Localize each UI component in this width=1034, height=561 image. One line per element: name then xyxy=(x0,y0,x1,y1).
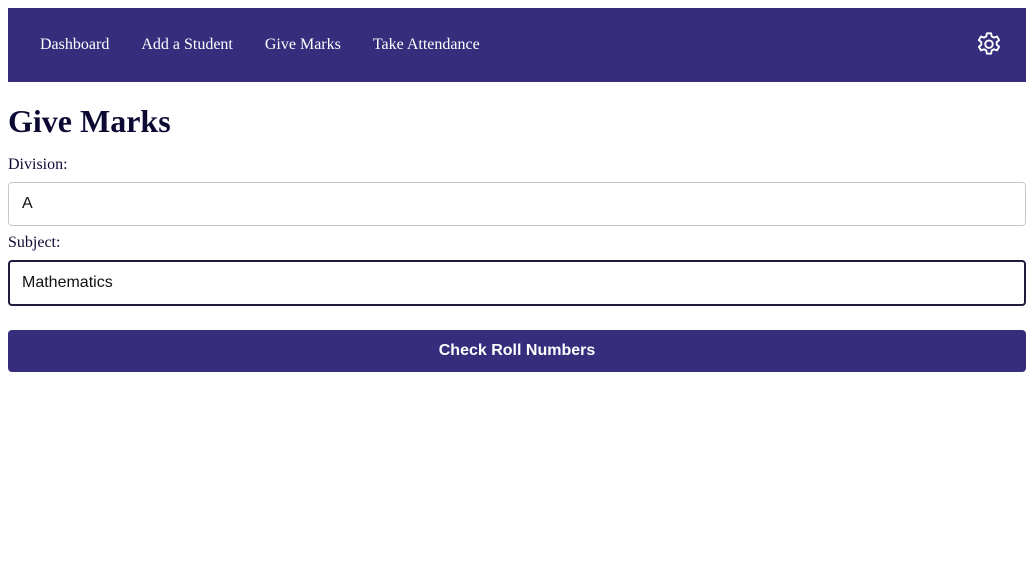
nav-link-dashboard[interactable]: Dashboard xyxy=(40,36,109,54)
check-roll-numbers-button[interactable]: Check Roll Numbers xyxy=(8,330,1026,372)
settings-button[interactable] xyxy=(974,30,1004,60)
subject-label: Subject: xyxy=(8,234,61,251)
page-title: Give Marks xyxy=(8,103,171,139)
top-navbar: Dashboard Add a Student Give Marks Take … xyxy=(8,8,1026,82)
gear-icon xyxy=(977,32,1001,55)
nav-link-give-marks[interactable]: Give Marks xyxy=(265,36,341,54)
nav-link-add-student[interactable]: Add a Student xyxy=(141,36,233,54)
nav-links: Dashboard Add a Student Give Marks Take … xyxy=(8,36,512,54)
division-label: Division: xyxy=(8,156,68,173)
subject-input[interactable] xyxy=(8,260,1026,306)
nav-link-take-attendance[interactable]: Take Attendance xyxy=(373,36,480,54)
division-input[interactable] xyxy=(8,182,1026,226)
